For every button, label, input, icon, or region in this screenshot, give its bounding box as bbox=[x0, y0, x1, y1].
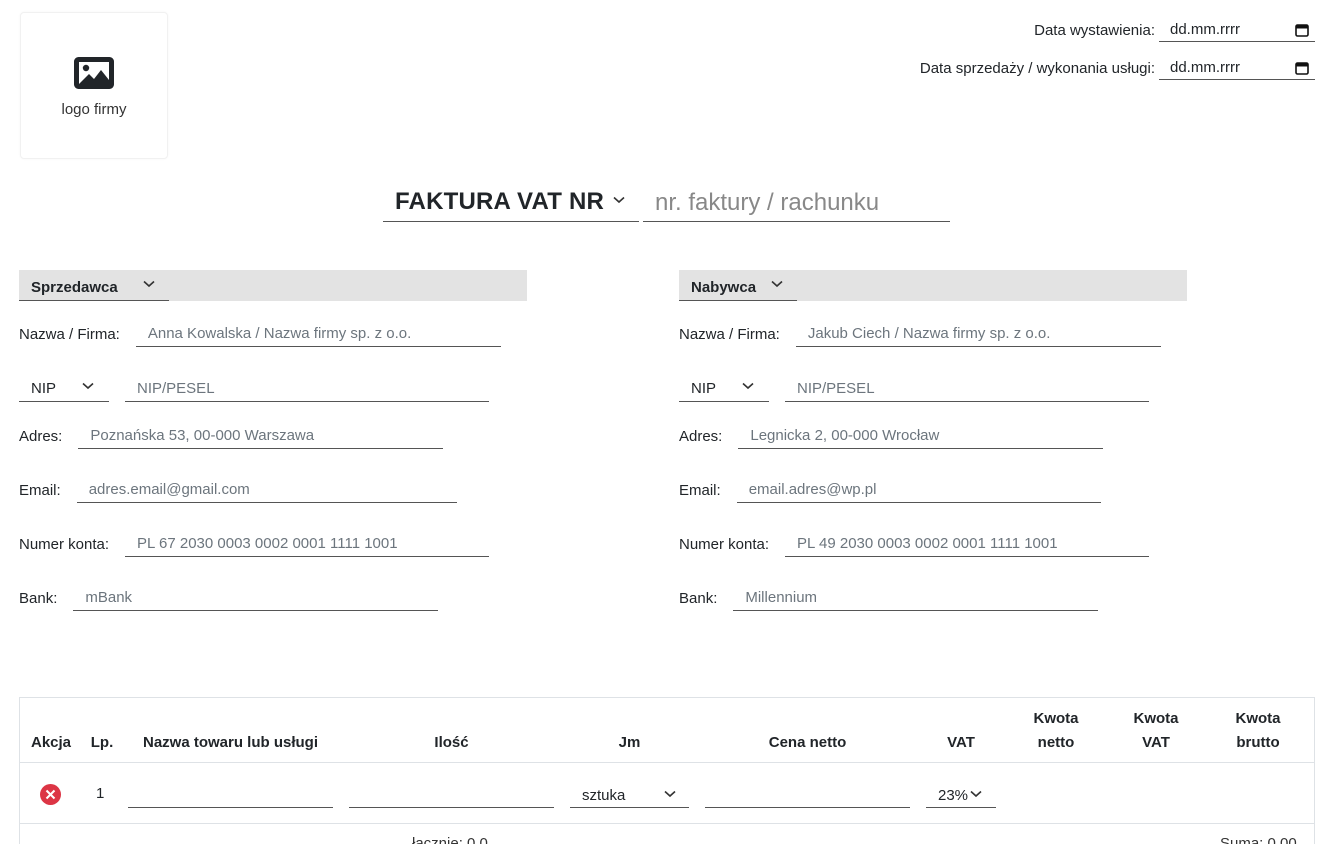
seller-email-input[interactable]: adres.email@gmail.com bbox=[76, 477, 457, 503]
seller-email-label: Email: bbox=[19, 482, 61, 499]
sale-date-row: Data sprzedaży / wykonania usługi: dd.mm… bbox=[920, 56, 1315, 80]
chevron-down-icon bbox=[82, 382, 94, 390]
col-header-net-amount: Kwota netto bbox=[1016, 707, 1096, 755]
seller-id-type-value: NIP bbox=[31, 380, 57, 397]
chevron-down-icon bbox=[771, 280, 783, 288]
buyer-id-input[interactable]: NIP/PESEL bbox=[785, 376, 1149, 402]
row-net-price-input[interactable] bbox=[705, 786, 910, 808]
issue-date-label: Data wystawienia: bbox=[1034, 22, 1155, 39]
col-header-unit: Jm bbox=[618, 734, 641, 751]
items-table: Akcja Lp. Nazwa towaru lub usługi Ilość … bbox=[19, 697, 1315, 844]
buyer-bank-label: Bank: bbox=[679, 590, 718, 607]
col-header-vat: VAT bbox=[947, 734, 975, 751]
seller-account-field: Numer konta: PL 67 2030 0003 0002 0001 1… bbox=[19, 531, 490, 557]
calendar-icon[interactable] bbox=[1295, 23, 1309, 37]
col-header-gross-amount: Kwota brutto bbox=[1218, 707, 1298, 755]
seller-account-input[interactable]: PL 67 2030 0003 0002 0001 1111 1001 bbox=[125, 531, 490, 557]
invoice-title: FAKTURA VAT NR nr. faktury / rachunku bbox=[383, 184, 950, 222]
seller-header: Sprzedawca bbox=[19, 270, 527, 301]
invoice-type-value: FAKTURA VAT NR bbox=[395, 188, 605, 215]
seller-address-input[interactable]: Poznańska 53, 00-000 Warszawa bbox=[78, 423, 444, 449]
col-header-action: Akcja bbox=[30, 734, 72, 751]
row-qty-input[interactable] bbox=[349, 786, 554, 808]
logo-label: logo firmy bbox=[61, 101, 127, 118]
sale-date-value: dd.mm.rrrr bbox=[1170, 59, 1240, 76]
delete-row-icon[interactable] bbox=[40, 784, 61, 805]
col-header-qty: Ilość bbox=[434, 734, 469, 751]
seller-bank-input[interactable]: mBank bbox=[73, 585, 439, 611]
logo-upload[interactable]: logo firmy bbox=[20, 12, 168, 159]
image-icon bbox=[74, 57, 114, 89]
seller-email-field: Email: adres.email@gmail.com bbox=[19, 477, 457, 503]
issue-date-row: Data wystawienia: dd.mm.rrrr bbox=[1034, 18, 1315, 42]
issue-date-input[interactable]: dd.mm.rrrr bbox=[1159, 18, 1315, 42]
col-header-gross-amount-line1: Kwota bbox=[1235, 710, 1281, 727]
col-header-vat-amount-line1: Kwota bbox=[1133, 710, 1179, 727]
chevron-down-icon bbox=[664, 790, 676, 798]
invoice-number-input[interactable]: nr. faktury / rachunku bbox=[643, 184, 950, 222]
seller-role-value: Sprzedawca bbox=[31, 279, 118, 296]
buyer-id-type-select[interactable]: NIP bbox=[679, 376, 769, 402]
footer-sum-label: Suma: 0.00 bbox=[1220, 835, 1297, 844]
buyer-email-label: Email: bbox=[679, 482, 721, 499]
invoice-type-select[interactable]: FAKTURA VAT NR bbox=[383, 184, 639, 222]
chevron-down-icon bbox=[613, 196, 625, 204]
row-unit-select[interactable]: sztuka bbox=[570, 784, 689, 808]
buyer-name-input[interactable]: Jakub Ciech / Nazwa firmy sp. z o.o. bbox=[795, 321, 1161, 347]
buyer-bank-input[interactable]: Millennium bbox=[733, 585, 1099, 611]
seller-id-input[interactable]: NIP/PESEL bbox=[125, 376, 489, 402]
seller-name-field: Nazwa / Firma: Anna Kowalska / Nazwa fir… bbox=[19, 321, 501, 347]
chevron-down-icon bbox=[742, 382, 754, 390]
issue-date-value: dd.mm.rrrr bbox=[1170, 21, 1240, 38]
seller-bank-field: Bank: mBank bbox=[19, 585, 439, 611]
col-header-net-amount-line1: Kwota bbox=[1033, 710, 1079, 727]
chevron-down-icon bbox=[143, 280, 155, 288]
footer-total-label: łącznie: 0.0 bbox=[412, 835, 488, 844]
seller-id-field: NIP/PESEL bbox=[125, 376, 489, 402]
buyer-id-type-value: NIP bbox=[691, 380, 717, 397]
buyer-email-input[interactable]: email.adres@wp.pl bbox=[736, 477, 1101, 503]
calendar-icon[interactable] bbox=[1295, 61, 1309, 75]
buyer-name-field: Nazwa / Firma: Jakub Ciech / Nazwa firmy… bbox=[679, 321, 1161, 347]
seller-name-label: Nazwa / Firma: bbox=[19, 326, 120, 343]
buyer-account-field: Numer konta: PL 49 2030 0003 0002 0001 1… bbox=[679, 531, 1150, 557]
sale-date-label: Data sprzedaży / wykonania usługi: bbox=[919, 60, 1155, 77]
buyer-role-value: Nabywca bbox=[691, 279, 757, 296]
buyer-address-input[interactable]: Legnicka 2, 00-000 Wrocław bbox=[738, 423, 1104, 449]
row-name-input[interactable] bbox=[128, 786, 333, 808]
row-lp: 1 bbox=[96, 785, 105, 802]
buyer-account-input[interactable]: PL 49 2030 0003 0002 0001 1111 1001 bbox=[785, 531, 1150, 557]
col-header-vat-amount-line2: VAT bbox=[1142, 734, 1170, 751]
col-header-net-amount-line2: netto bbox=[1037, 734, 1075, 751]
buyer-name-label: Nazwa / Firma: bbox=[679, 326, 780, 343]
sale-date-input[interactable]: dd.mm.rrrr bbox=[1159, 56, 1315, 80]
seller-id-type-select[interactable]: NIP bbox=[19, 376, 109, 402]
col-header-lp: Lp. bbox=[90, 734, 114, 751]
seller-address-field: Adres: Poznańska 53, 00-000 Warszawa bbox=[19, 423, 444, 449]
table-header-divider bbox=[20, 762, 1314, 763]
buyer-id-field: NIP/PESEL bbox=[785, 376, 1149, 402]
buyer-header: Nabywca bbox=[679, 270, 1187, 301]
seller-section: Sprzedawca bbox=[19, 270, 527, 301]
row-vat-select[interactable]: 23% bbox=[926, 784, 996, 808]
seller-address-label: Adres: bbox=[19, 428, 63, 445]
col-header-vat-amount: Kwota VAT bbox=[1116, 707, 1196, 755]
seller-bank-label: Bank: bbox=[19, 590, 58, 607]
buyer-account-label: Numer konta: bbox=[679, 536, 770, 553]
row-unit-value: sztuka bbox=[582, 787, 626, 804]
table-row-divider bbox=[20, 823, 1314, 824]
seller-name-input[interactable]: Anna Kowalska / Nazwa firmy sp. z o.o. bbox=[135, 321, 501, 347]
col-header-net-price: Cena netto bbox=[768, 734, 847, 751]
col-header-name: Nazwa towaru lub usługi bbox=[142, 734, 318, 751]
buyer-address-field: Adres: Legnicka 2, 00-000 Wrocław bbox=[679, 423, 1104, 449]
seller-account-label: Numer konta: bbox=[19, 536, 110, 553]
buyer-section: Nabywca bbox=[679, 270, 1187, 301]
buyer-address-label: Adres: bbox=[679, 428, 723, 445]
row-vat-value: 23% bbox=[938, 787, 969, 804]
col-header-gross-amount-line2: brutto bbox=[1236, 734, 1280, 751]
buyer-bank-field: Bank: Millennium bbox=[679, 585, 1099, 611]
buyer-email-field: Email: email.adres@wp.pl bbox=[679, 477, 1101, 503]
chevron-down-icon bbox=[970, 790, 982, 798]
